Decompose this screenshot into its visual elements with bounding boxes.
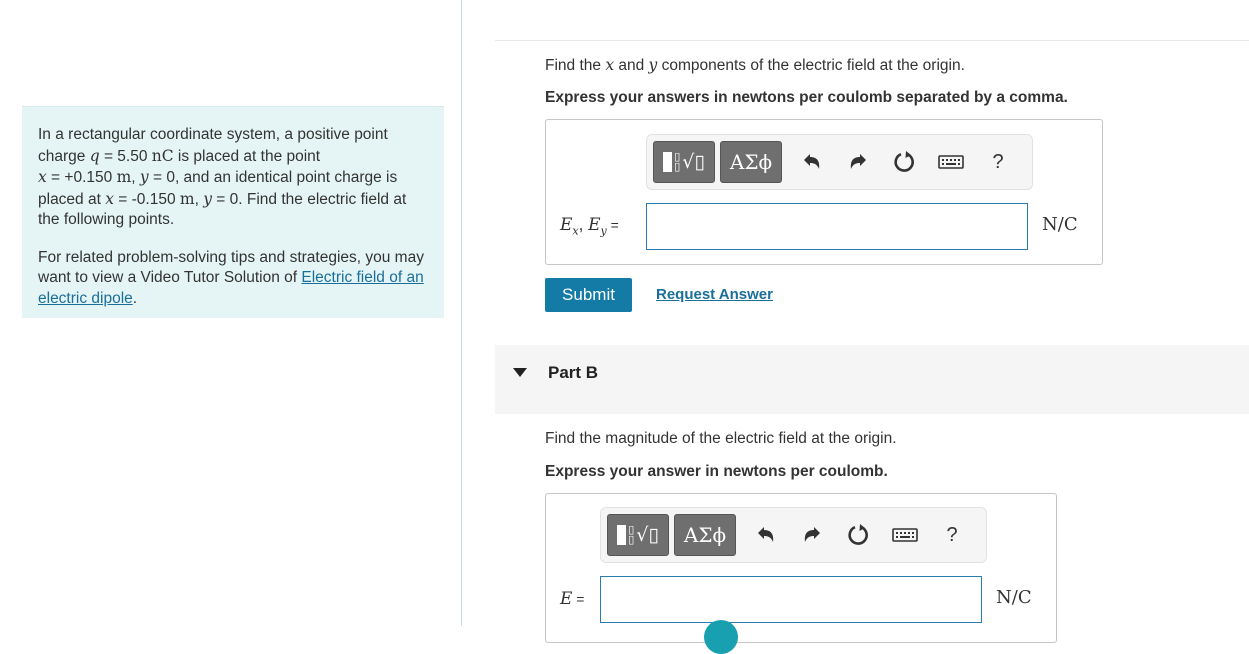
reset-icon[interactable] bbox=[846, 522, 872, 548]
part-b-question: Find the magnitude of the electric field… bbox=[545, 430, 897, 447]
help-icon[interactable]: ? bbox=[939, 522, 965, 548]
part-b-instruction: Express your answer in newtons per coulo… bbox=[545, 463, 888, 480]
problem-statement: In a rectangular coordinate system, a po… bbox=[22, 106, 444, 318]
feedback-indicator bbox=[704, 620, 738, 654]
part-a-answer-input[interactable] bbox=[646, 203, 1028, 250]
part-a-instruction: Express your answers in newtons per coul… bbox=[545, 89, 1068, 106]
help-icon[interactable]: ? bbox=[985, 149, 1011, 175]
part-b-header[interactable]: Part B bbox=[495, 345, 1249, 414]
part-b-answer-input[interactable] bbox=[600, 576, 982, 623]
part-b-unit: N/C bbox=[996, 587, 1032, 608]
undo-icon[interactable] bbox=[799, 149, 825, 175]
symbols-button[interactable]: ΑΣϕ bbox=[674, 514, 736, 556]
part-a-question: Find the x and y components of the elect… bbox=[545, 56, 965, 74]
part-a-unit: N/C bbox=[1042, 214, 1078, 235]
templates-icon: ▯ ▯ √▯ bbox=[663, 151, 705, 173]
templates-icon: ▯ ▯ √▯ bbox=[617, 524, 659, 546]
tutor-tip: For related problem-solving tips and str… bbox=[38, 248, 424, 307]
redo-icon[interactable] bbox=[845, 149, 871, 175]
redo-icon[interactable] bbox=[799, 522, 825, 548]
part-a-top-divider bbox=[495, 40, 1249, 41]
templates-button[interactable]: ▯ ▯ √▯ bbox=[607, 514, 669, 556]
problem-text: In a rectangular coordinate system, a po… bbox=[38, 126, 407, 228]
part-b-title: Part B bbox=[548, 363, 599, 382]
part-b-answer-label: E = bbox=[560, 589, 585, 609]
reset-icon[interactable] bbox=[892, 149, 918, 175]
request-answer-link[interactable]: Request Answer bbox=[656, 286, 773, 303]
collapse-caret-icon[interactable] bbox=[513, 368, 527, 377]
symbols-button[interactable]: ΑΣϕ bbox=[720, 141, 782, 183]
submit-button[interactable]: Submit bbox=[545, 278, 632, 312]
part-b-math-toolbar: ▯ ▯ √▯ ΑΣϕ ? bbox=[600, 507, 987, 563]
templates-button[interactable]: ▯ ▯ √▯ bbox=[653, 141, 715, 183]
part-a-math-toolbar: ▯ ▯ √▯ ΑΣϕ ? bbox=[646, 134, 1033, 190]
part-a-answer-label: Ex, Ey = bbox=[560, 215, 619, 238]
undo-icon[interactable] bbox=[753, 522, 779, 548]
keyboard-icon[interactable] bbox=[892, 522, 918, 548]
keyboard-icon[interactable] bbox=[938, 149, 964, 175]
column-divider bbox=[461, 0, 462, 626]
